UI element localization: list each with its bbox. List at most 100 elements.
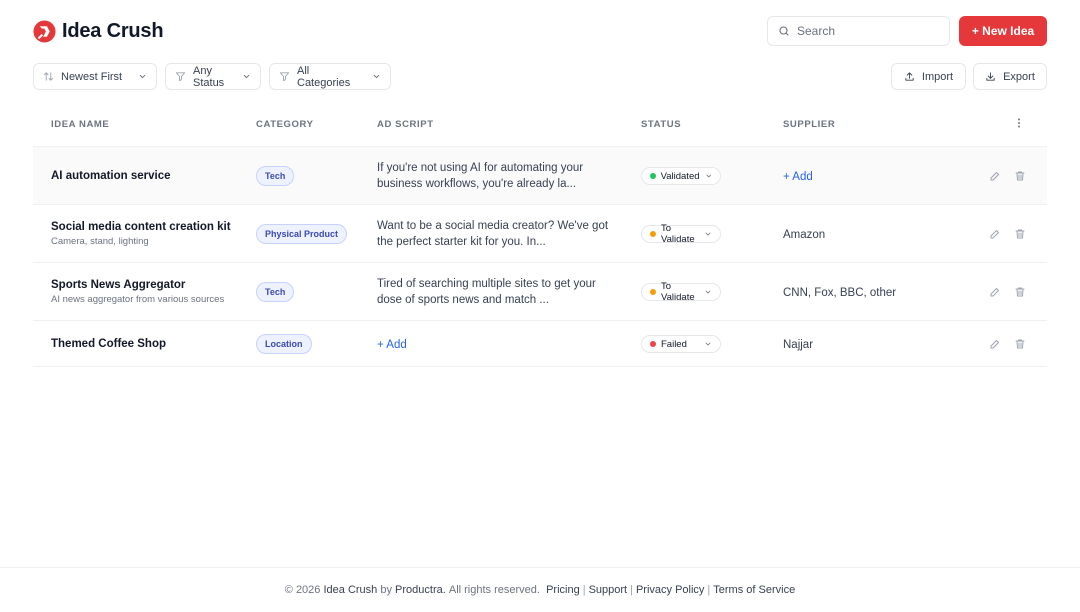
- copyright-year: © 2026: [284, 584, 321, 596]
- idea-name[interactable]: Themed Coffee Shop: [51, 338, 256, 350]
- footer-rights: All rights reserved.: [448, 584, 540, 596]
- status-dot: [650, 173, 656, 179]
- footer-link-pricing[interactable]: Pricing: [546, 584, 580, 596]
- trash-icon: [1015, 229, 1025, 238]
- table-row[interactable]: Sports News Aggregator AI news aggregato…: [33, 263, 1047, 321]
- chevron-down-icon: [373, 74, 380, 79]
- pencil-icon: [990, 229, 999, 238]
- new-idea-button[interactable]: + New Idea: [959, 16, 1047, 46]
- column-header-ad-script[interactable]: Ad Script: [377, 119, 641, 130]
- edit-button[interactable]: [988, 285, 1002, 299]
- status-label: Validated: [660, 170, 700, 182]
- search-icon: [779, 26, 789, 36]
- category-filter-label: All Categories: [297, 64, 351, 89]
- table-header: Idea Name Category Ad Script Status Supp…: [33, 103, 1047, 147]
- add-ad-script-link[interactable]: + Add: [377, 339, 407, 351]
- app-name: Idea Crush: [62, 19, 164, 42]
- delete-button[interactable]: [1013, 227, 1027, 241]
- import-button[interactable]: Import: [891, 63, 966, 90]
- footer-company[interactable]: Productra.: [395, 584, 446, 596]
- footer-separator: |: [582, 584, 586, 596]
- status-select[interactable]: To Validate: [641, 281, 721, 303]
- delete-button[interactable]: [1013, 285, 1027, 299]
- ad-script-text[interactable]: Want to be a social media creator? We've…: [377, 218, 611, 250]
- sort-label: Newest First: [61, 70, 123, 83]
- delete-button[interactable]: [1013, 169, 1027, 183]
- supplier-text: Najjar: [783, 338, 814, 351]
- category-badge: Location: [256, 333, 312, 354]
- idea-name[interactable]: Sports News Aggregator: [51, 279, 256, 291]
- chevron-down-icon: [706, 174, 711, 178]
- export-label: Export: [1003, 70, 1035, 83]
- chevron-down-icon: [705, 342, 711, 346]
- trash-icon: [1015, 171, 1025, 180]
- idea-name[interactable]: Social media content creation kit: [51, 221, 256, 233]
- import-label: Import: [921, 70, 954, 83]
- status-dot: [650, 289, 656, 295]
- download-icon: [986, 72, 995, 81]
- search-input[interactable]: [797, 24, 937, 38]
- footer-separator: |: [707, 584, 711, 596]
- trash-icon: [1015, 339, 1025, 348]
- footer-by: by: [380, 584, 392, 596]
- app-header: Idea Crush + New Idea: [33, 16, 1047, 46]
- ideas-table: Idea Name Category Ad Script Status Supp…: [33, 103, 1047, 367]
- sort-select[interactable]: Newest First: [33, 63, 157, 90]
- column-header-category[interactable]: Category: [256, 119, 377, 130]
- sort-icon: [43, 72, 54, 81]
- table-row[interactable]: AI automation service Tech If you're not…: [33, 147, 1047, 205]
- status-dot: [650, 341, 656, 347]
- footer-separator: |: [630, 584, 633, 596]
- footer-link-terms[interactable]: Terms of Service: [713, 584, 795, 596]
- column-header-supplier[interactable]: Supplier: [783, 119, 953, 130]
- trash-icon: [1015, 287, 1025, 296]
- idea-name[interactable]: AI automation service: [51, 170, 256, 182]
- filter-icon: [279, 72, 290, 82]
- category-badge: Tech: [256, 281, 295, 302]
- upload-icon: [905, 72, 914, 81]
- idea-subtitle: Camera, stand, lighting: [51, 235, 149, 247]
- chevron-down-icon: [139, 74, 146, 79]
- brand[interactable]: Idea Crush: [33, 19, 164, 43]
- status-label: To Validate: [661, 281, 695, 303]
- status-select[interactable]: Validated: [641, 167, 721, 185]
- chevron-down-icon: [705, 290, 711, 294]
- status-label: Failed: [661, 338, 687, 350]
- category-badge: Tech: [256, 165, 295, 186]
- footer-app-name: Idea Crush: [323, 584, 378, 596]
- footer-link-privacy[interactable]: Privacy Policy: [636, 584, 704, 596]
- status-filter-select[interactable]: Any Status: [165, 63, 261, 90]
- more-vertical-icon: [1018, 118, 1020, 127]
- category-filter-select[interactable]: All Categories: [269, 63, 391, 90]
- pencil-icon: [990, 339, 999, 348]
- export-button[interactable]: Export: [973, 63, 1047, 90]
- ad-script-text[interactable]: If you're not using AI for automating yo…: [377, 160, 611, 192]
- supplier-text: Amazon: [783, 228, 826, 241]
- table-row[interactable]: Themed Coffee Shop Location + Add Failed…: [33, 321, 1047, 367]
- pencil-icon: [990, 171, 999, 180]
- footer: © 2026 Idea Crush by Productra. All righ…: [0, 567, 1080, 612]
- column-menu-button[interactable]: [1013, 116, 1047, 134]
- add-supplier-link[interactable]: + Add: [783, 171, 813, 183]
- edit-button[interactable]: [988, 337, 1002, 351]
- category-badge: Physical Product: [256, 223, 348, 244]
- search-box[interactable]: [767, 16, 950, 46]
- chevron-down-icon: [705, 232, 711, 236]
- footer-link-support[interactable]: Support: [589, 584, 628, 596]
- status-label: To Validate: [661, 223, 695, 245]
- column-header-name[interactable]: Idea Name: [33, 119, 256, 130]
- status-select[interactable]: Failed: [641, 335, 721, 353]
- table-row[interactable]: Social media content creation kit Camera…: [33, 205, 1047, 263]
- status-select[interactable]: To Validate: [641, 223, 721, 245]
- chevron-down-icon: [243, 74, 250, 79]
- edit-button[interactable]: [988, 227, 1002, 241]
- edit-button[interactable]: [988, 169, 1002, 183]
- supplier-text: CNN, Fox, BBC, other: [783, 286, 897, 299]
- toolbar: Newest First Any Status All Categories I…: [33, 63, 1047, 90]
- delete-button[interactable]: [1013, 337, 1027, 351]
- ad-script-text[interactable]: Tired of searching multiple sites to get…: [377, 276, 611, 308]
- filter-icon: [175, 72, 186, 82]
- status-dot: [650, 231, 656, 237]
- column-header-status[interactable]: Status: [641, 119, 783, 130]
- pencil-icon: [990, 287, 999, 296]
